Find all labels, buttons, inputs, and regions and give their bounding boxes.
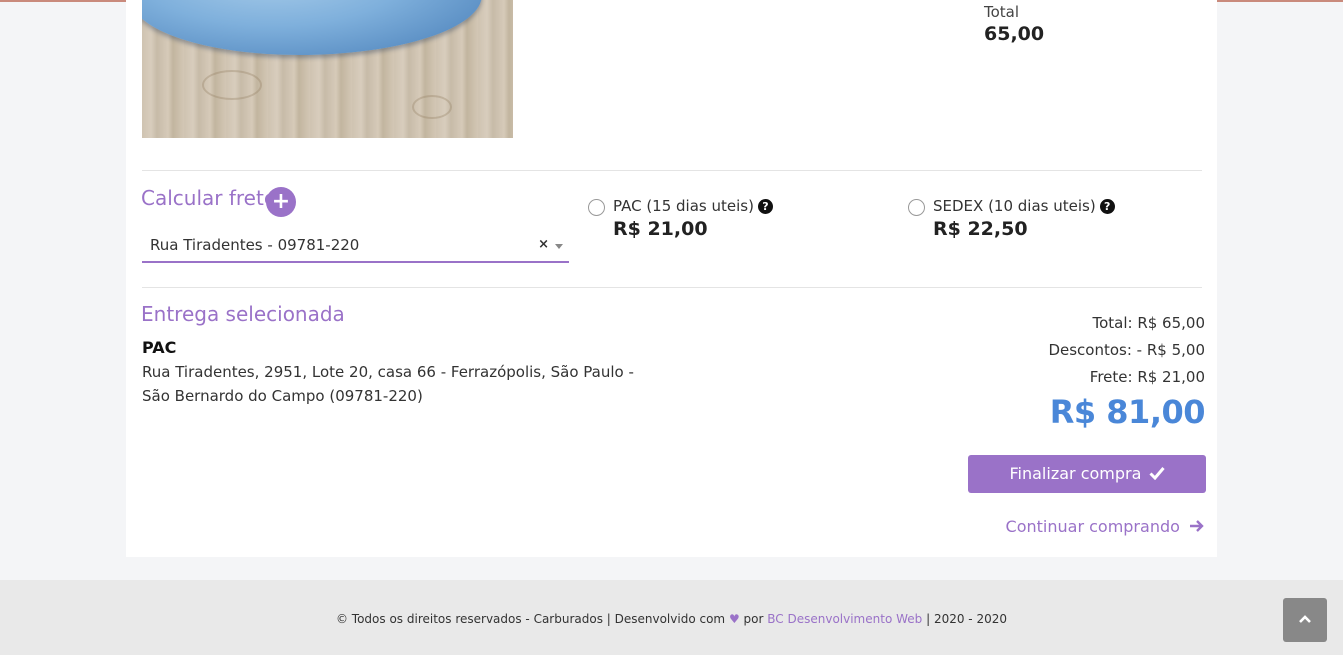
entrega-selecionada-title: Entrega selecionada [141, 302, 345, 326]
continuar-comprando-link[interactable]: Continuar comprando [1006, 517, 1205, 536]
entrega-method: PAC [142, 338, 177, 357]
clear-icon[interactable]: × [538, 237, 549, 252]
check-icon [1148, 467, 1165, 481]
shipping-option-price: R$ 21,00 [613, 218, 708, 240]
address-select-value: Rua Tiradentes - 09781-220 [150, 236, 360, 254]
product-total: Total 65,00 [984, 3, 1044, 45]
shipping-option-name: PAC (15 dias uteis) [613, 197, 754, 215]
product-total-value: 65,00 [984, 23, 1045, 45]
grand-total: R$ 81,00 [1049, 393, 1206, 431]
shipping-option-price: R$ 22,50 [933, 218, 1028, 240]
summary-descontos: Descontos: - R$ 5,00 [1048, 341, 1205, 359]
scroll-to-top-button[interactable] [1283, 598, 1327, 642]
continuar-comprando-label: Continuar comprando [1005, 517, 1180, 536]
add-address-button[interactable]: + [266, 187, 296, 217]
footer-por: por [743, 612, 764, 626]
arrow-right-icon [1190, 520, 1204, 532]
summary-frete: Frete: R$ 21,00 [1089, 368, 1205, 386]
sedex-radio[interactable] [908, 199, 925, 216]
order-summary: Total: R$ 65,00 Descontos: - R$ 5,00 Fre… [1048, 310, 1205, 431]
address-select[interactable]: Rua Tiradentes - 09781-220 × [142, 231, 569, 263]
help-icon[interactable]: ? [757, 199, 773, 214]
finalizar-compra-label: Finalizar compra [1009, 464, 1142, 483]
footer-developer-link[interactable]: BC Desenvolvimento Web [767, 612, 922, 626]
pac-radio[interactable] [588, 199, 605, 216]
cart-card: Total 65,00 Calcular frete + Rua Tiraden… [126, 0, 1217, 557]
footer-copyright: © Todos os direitos reservados - Carbura… [335, 612, 726, 626]
product-total-label: Total [984, 3, 1020, 21]
footer: © Todos os direitos reservados - Carbura… [0, 580, 1343, 655]
chevron-up-icon [1299, 615, 1311, 623]
finalizar-compra-button[interactable]: Finalizar compra [968, 455, 1206, 493]
divider [142, 170, 1202, 171]
heart-icon: ♥ [728, 612, 740, 626]
footer-text: © Todos os direitos reservados - Carbura… [0, 612, 1343, 626]
entrega-address: Rua Tiradentes, 2951, Lote 20, casa 66 -… [142, 363, 634, 405]
shipping-option-name: SEDEX (10 dias uteis) [933, 197, 1096, 215]
calcular-frete-title: Calcular frete [141, 186, 277, 210]
divider [142, 287, 1202, 288]
summary-total: Total: R$ 65,00 [1092, 314, 1205, 332]
chevron-down-icon[interactable] [555, 244, 563, 249]
footer-years: | 2020 - 2020 [926, 612, 1007, 626]
product-image [142, 0, 513, 138]
help-icon[interactable]: ? [1099, 199, 1115, 214]
